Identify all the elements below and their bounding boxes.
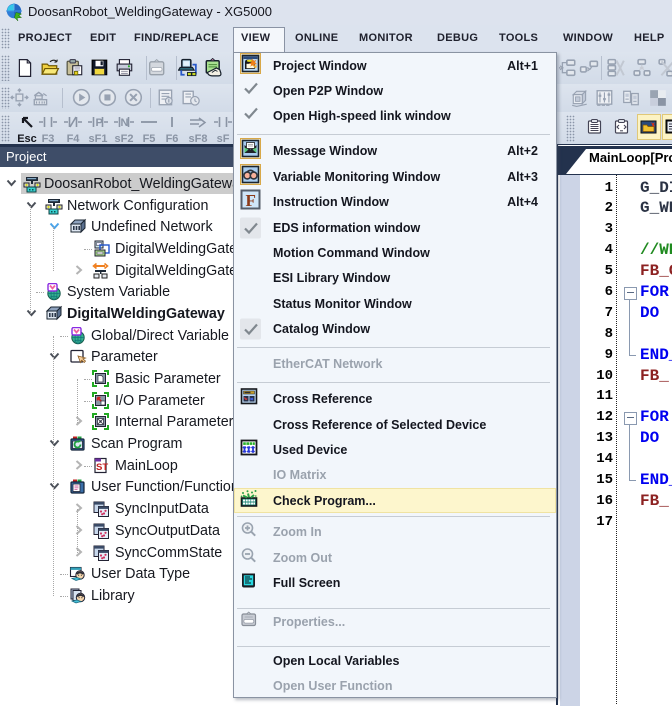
- svg-text:F: F: [246, 191, 256, 210]
- svg-text:N: N: [121, 117, 129, 129]
- svg-text:P: P: [96, 117, 103, 129]
- svg-text:ST: ST: [96, 462, 108, 473]
